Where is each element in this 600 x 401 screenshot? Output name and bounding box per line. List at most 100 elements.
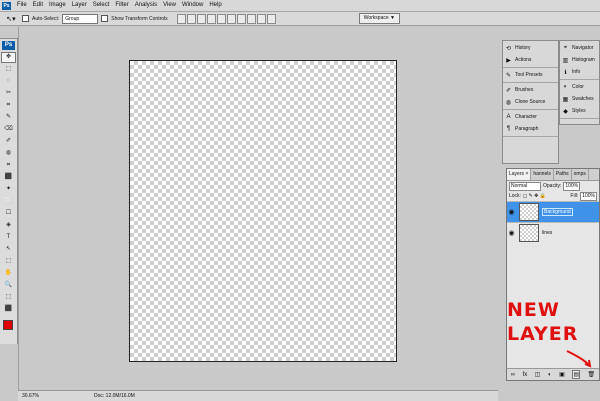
workspace-button[interactable]: Workspace ▼ [358,13,400,24]
character-panel-tab[interactable]: A Character [503,111,558,123]
distribute-icon[interactable] [266,13,276,24]
blend-opacity-row: Normal Opacity: 100% [507,181,599,191]
blend-mode-select[interactable]: Normal [509,181,541,191]
adjustment-layer-icon[interactable]: ◐ [548,372,552,378]
type-tool-icon[interactable]: T [1,232,16,243]
menu-layer[interactable]: Layer [69,0,90,11]
menu-filter[interactable]: Filter [112,0,131,11]
color-panel-tab[interactable]: ◐ Color [560,81,599,93]
photoshop-logo-icon: Ps [2,41,15,50]
quick-mask-icon[interactable]: ⬚ [1,292,16,303]
layer-row-lines[interactable]: ◉ lines [507,222,599,243]
document-canvas[interactable] [129,60,397,362]
clone-stamp-tool-icon[interactable]: ◍ [1,148,16,159]
paragraph-panel-tab[interactable]: ¶ Paragraph [503,123,558,135]
swatches-icon: ▦ [562,96,569,103]
actions-panel-tab[interactable]: ▶ Actions [503,54,558,66]
mask-icon[interactable]: ◫ [535,371,541,378]
eye-icon[interactable]: ◉ [507,223,516,243]
styles-panel-tab[interactable]: ◆ Styles [560,105,599,117]
crop-tool-icon[interactable]: ⌗ [1,100,16,111]
trash-icon[interactable]: 🗑 [588,371,596,378]
histogram-panel-tab[interactable]: ▥ Histogram [560,54,599,66]
eyedropper-tool-icon[interactable]: ✎ [1,112,16,123]
menu-file[interactable]: File [14,0,30,11]
info-panel-tab[interactable]: ℹ Info [560,66,599,78]
lock-icons[interactable]: ◻ ✎ ✥ 🔒 [523,193,546,199]
tab-layers[interactable]: Layers × [507,169,532,180]
auto-select-dropdown[interactable]: Group [62,13,99,24]
history-brush-tool-icon[interactable]: ⌗ [1,160,16,171]
history-actions-group: ⟲ History ▶ Actions [503,41,558,68]
pen-tool-icon[interactable]: ◈ [1,220,16,231]
brushes-panel-tab[interactable]: ✐ Brushes [503,84,558,96]
show-transform-controls-checkbox[interactable] [101,15,109,22]
auto-select-checkbox[interactable] [22,15,29,22]
eye-icon[interactable]: ◉ [507,202,516,222]
brush-tool-icon[interactable]: ✐ [1,136,16,147]
navigator-label: Navigator [572,45,594,51]
path-selection-tool-icon[interactable]: ↖ [1,244,16,255]
layer-name[interactable]: lines [542,230,552,236]
menu-image[interactable]: Image [46,0,69,11]
eraser-tool-icon[interactable]: ⬛ [1,172,16,183]
screen-mode-icon[interactable]: ⬛ [1,304,16,315]
foreground-color-swatch[interactable] [3,320,13,330]
tool-presets-panel-tab[interactable]: ✎ Tool Presets [503,69,558,81]
layer-row-background[interactable]: ◉ Background [507,201,599,222]
group-icon[interactable]: ▣ [559,371,565,378]
blur-tool-icon[interactable]: ⬜ [1,196,16,207]
align-left-icon[interactable] [206,13,216,24]
tab-comps[interactable]: omps [572,169,589,180]
new-layer-button[interactable]: ▤ [572,370,581,379]
menu-edit[interactable]: Edit [30,0,46,11]
marquee-tool-icon[interactable]: ⬚ [1,64,16,75]
navigator-panel-tab[interactable]: ⌖ Navigator [560,42,599,54]
docked-panels-left: ⟲ History ▶ Actions ✎ Tool Presets ✐ Brushes… [502,40,559,164]
swatches-label: Swatches [572,96,594,102]
navigator-icon: ⌖ [563,44,568,51]
shape-tool-icon[interactable]: ⬚ [1,256,16,267]
menu-window[interactable]: Window [179,0,206,11]
hand-tool-icon[interactable]: ✋ [1,268,16,279]
history-panel-tab[interactable]: ⟲ History [503,42,558,54]
zoom-tool-icon[interactable]: 🔍 [1,280,16,291]
brushes-icon: ✐ [505,87,512,94]
menu-view[interactable]: View [160,0,179,11]
actions-icon: ▶ [506,57,511,64]
navigator-group: ⌖ Navigator ▥ Histogram ℹ Info [560,41,599,80]
fill-input[interactable]: 100% [580,191,597,201]
tab-channels[interactable]: hannels [531,169,554,180]
fx-icon[interactable]: fx [523,372,528,378]
photoshop-logo-icon: Ps [2,1,11,10]
distribute-icon[interactable] [256,13,266,24]
align-bottom-icon[interactable] [196,13,206,24]
swatches-panel-tab[interactable]: ▦ Swatches [560,93,599,105]
opacity-input[interactable]: 100% [563,181,581,191]
histogram-icon: ▥ [562,57,569,64]
status-bar: 30.67% Doc: 12.0M/16.0M [18,390,498,401]
tool-presets-group: ✎ Tool Presets [503,68,558,83]
healing-tool-icon[interactable]: ⌫ [1,124,16,135]
docked-panels-right: ⌖ Navigator ▥ Histogram ℹ Info ◐ Color ▦ Swat… [559,40,600,125]
menu-analysis[interactable]: Analysis [132,0,160,11]
distribute-icon[interactable] [236,13,246,24]
clone-source-panel-tab[interactable]: ◍ Clone Source [503,96,558,108]
gradient-tool-icon[interactable]: ✦ [1,184,16,195]
lasso-tool-icon[interactable]: ◌ [1,76,16,87]
align-right-icon[interactable] [226,13,236,24]
align-center-icon[interactable] [216,13,226,24]
tool-preset-picker[interactable]: ↖ ▾ [3,14,19,23]
move-tool-icon[interactable]: ✥ [1,52,16,63]
align-top-icon[interactable] [176,13,186,24]
history-label: History [515,45,531,51]
align-middle-icon[interactable] [186,13,196,24]
menu-select[interactable]: Select [90,0,113,11]
menu-help[interactable]: Help [206,0,224,11]
distribute-icon[interactable] [246,13,256,24]
layer-name[interactable]: Background [542,208,573,216]
dodge-tool-icon[interactable]: ☐ [1,208,16,219]
link-layers-icon[interactable]: ∞ [511,372,515,378]
tab-paths[interactable]: Paths [554,169,572,180]
quick-select-tool-icon[interactable]: ✂ [1,88,16,99]
